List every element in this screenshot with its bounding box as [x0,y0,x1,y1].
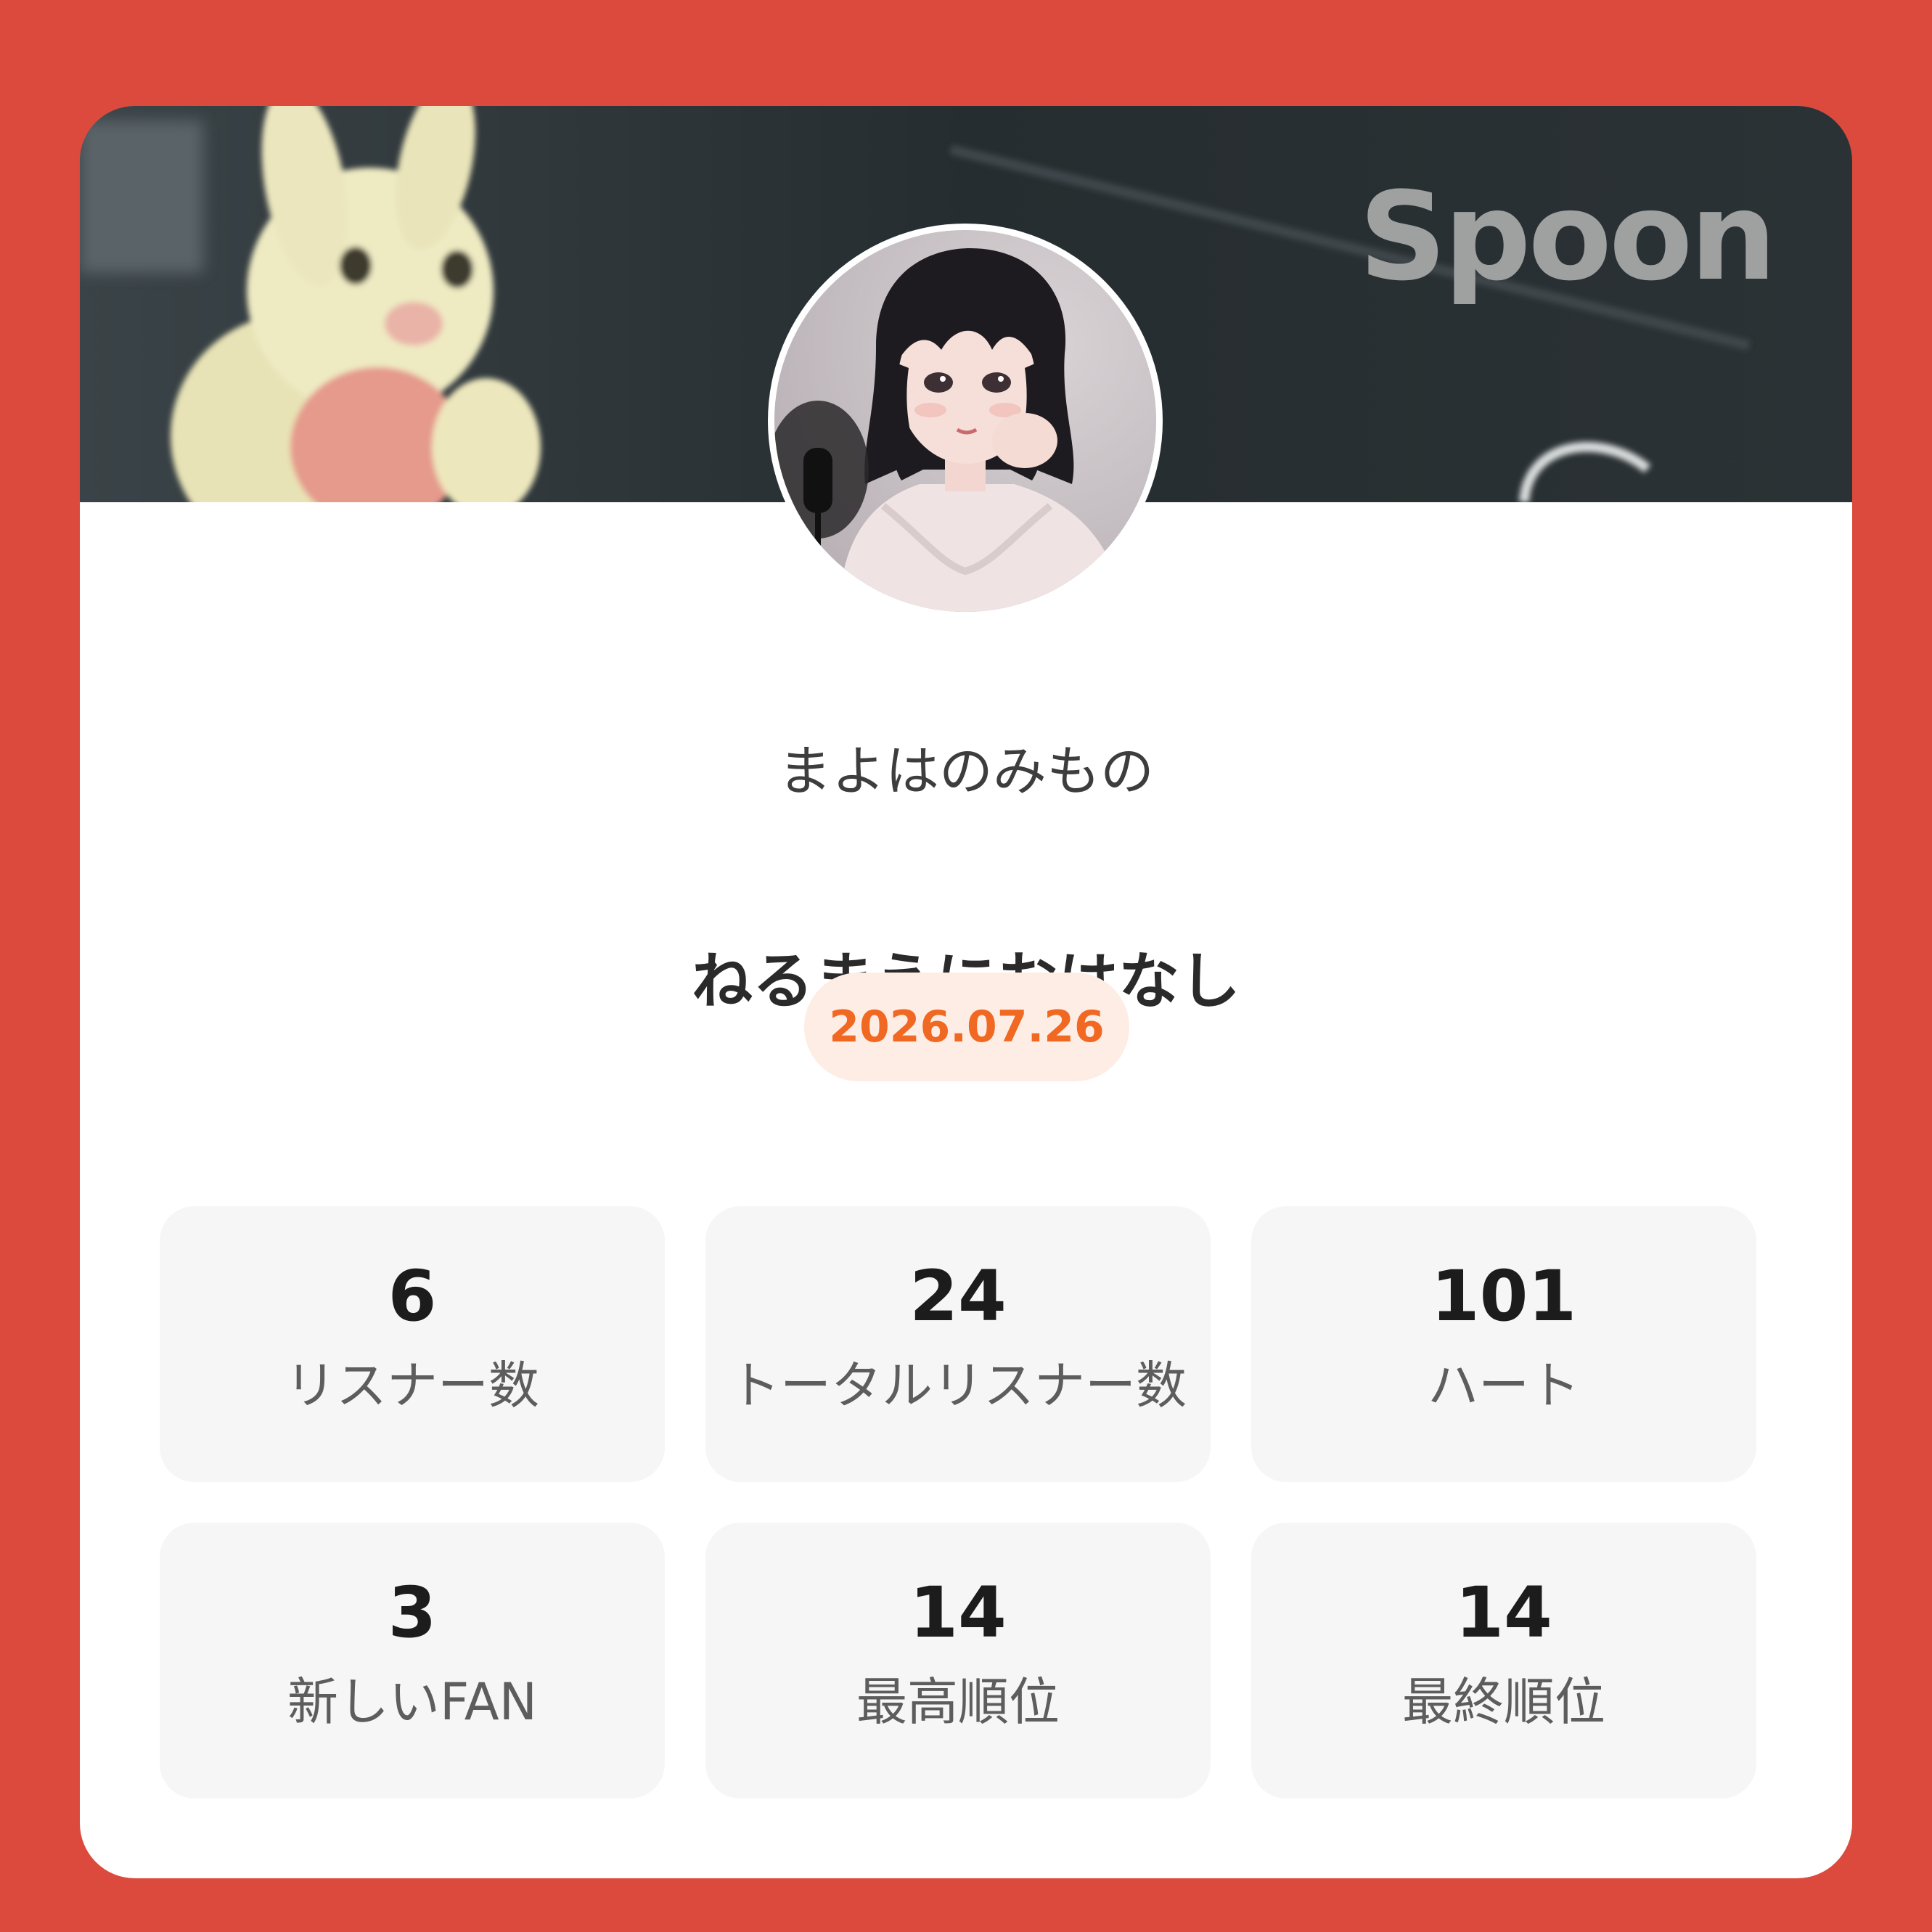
stat-label: 最高順位 [856,1672,1060,1732]
stat-value: 101 [1430,1256,1577,1337]
stat-value: 24 [909,1256,1007,1337]
stat-value: 14 [1455,1572,1552,1653]
profile-avatar[interactable] [768,224,1163,618]
date-badge-row: 2026.07.26 [80,973,1852,1081]
username: まよはのみもの [778,740,1154,803]
stat-total-listeners: 24 トータルリスナー数 [705,1206,1211,1482]
stat-listeners: 6 リスナー数 [160,1206,665,1482]
avatar-image [774,230,1156,612]
stat-hearts: 101 ハート [1251,1206,1756,1482]
date-badge: 2026.07.26 [804,973,1129,1081]
avatar-illustration [774,230,1156,612]
stat-label: トータルリスナー数 [729,1356,1187,1415]
stat-label: ハート [1428,1356,1580,1415]
stat-value: 3 [388,1572,437,1653]
stats-grid: 6 リスナー数 24 トータルリスナー数 101 ハート 3 新しいFAN 14… [160,1206,1756,1798]
stat-label: 最終順位 [1402,1672,1605,1732]
stat-label: 新しいFAN [287,1672,538,1732]
stat-final-rank: 14 最終順位 [1251,1523,1756,1798]
stat-highest-rank: 14 最高順位 [705,1523,1211,1798]
stat-value: 14 [909,1572,1007,1653]
stat-label: リスナー数 [285,1356,539,1415]
stat-new-fans: 3 新しいFAN [160,1523,665,1798]
stat-value: 6 [388,1256,437,1337]
spoon-logo: Spoon [1359,165,1777,308]
broadcast-summary-card: Spoon まよはのみもの 2026.07.26 6 リスナー数 24 トータル… [80,106,1852,1878]
